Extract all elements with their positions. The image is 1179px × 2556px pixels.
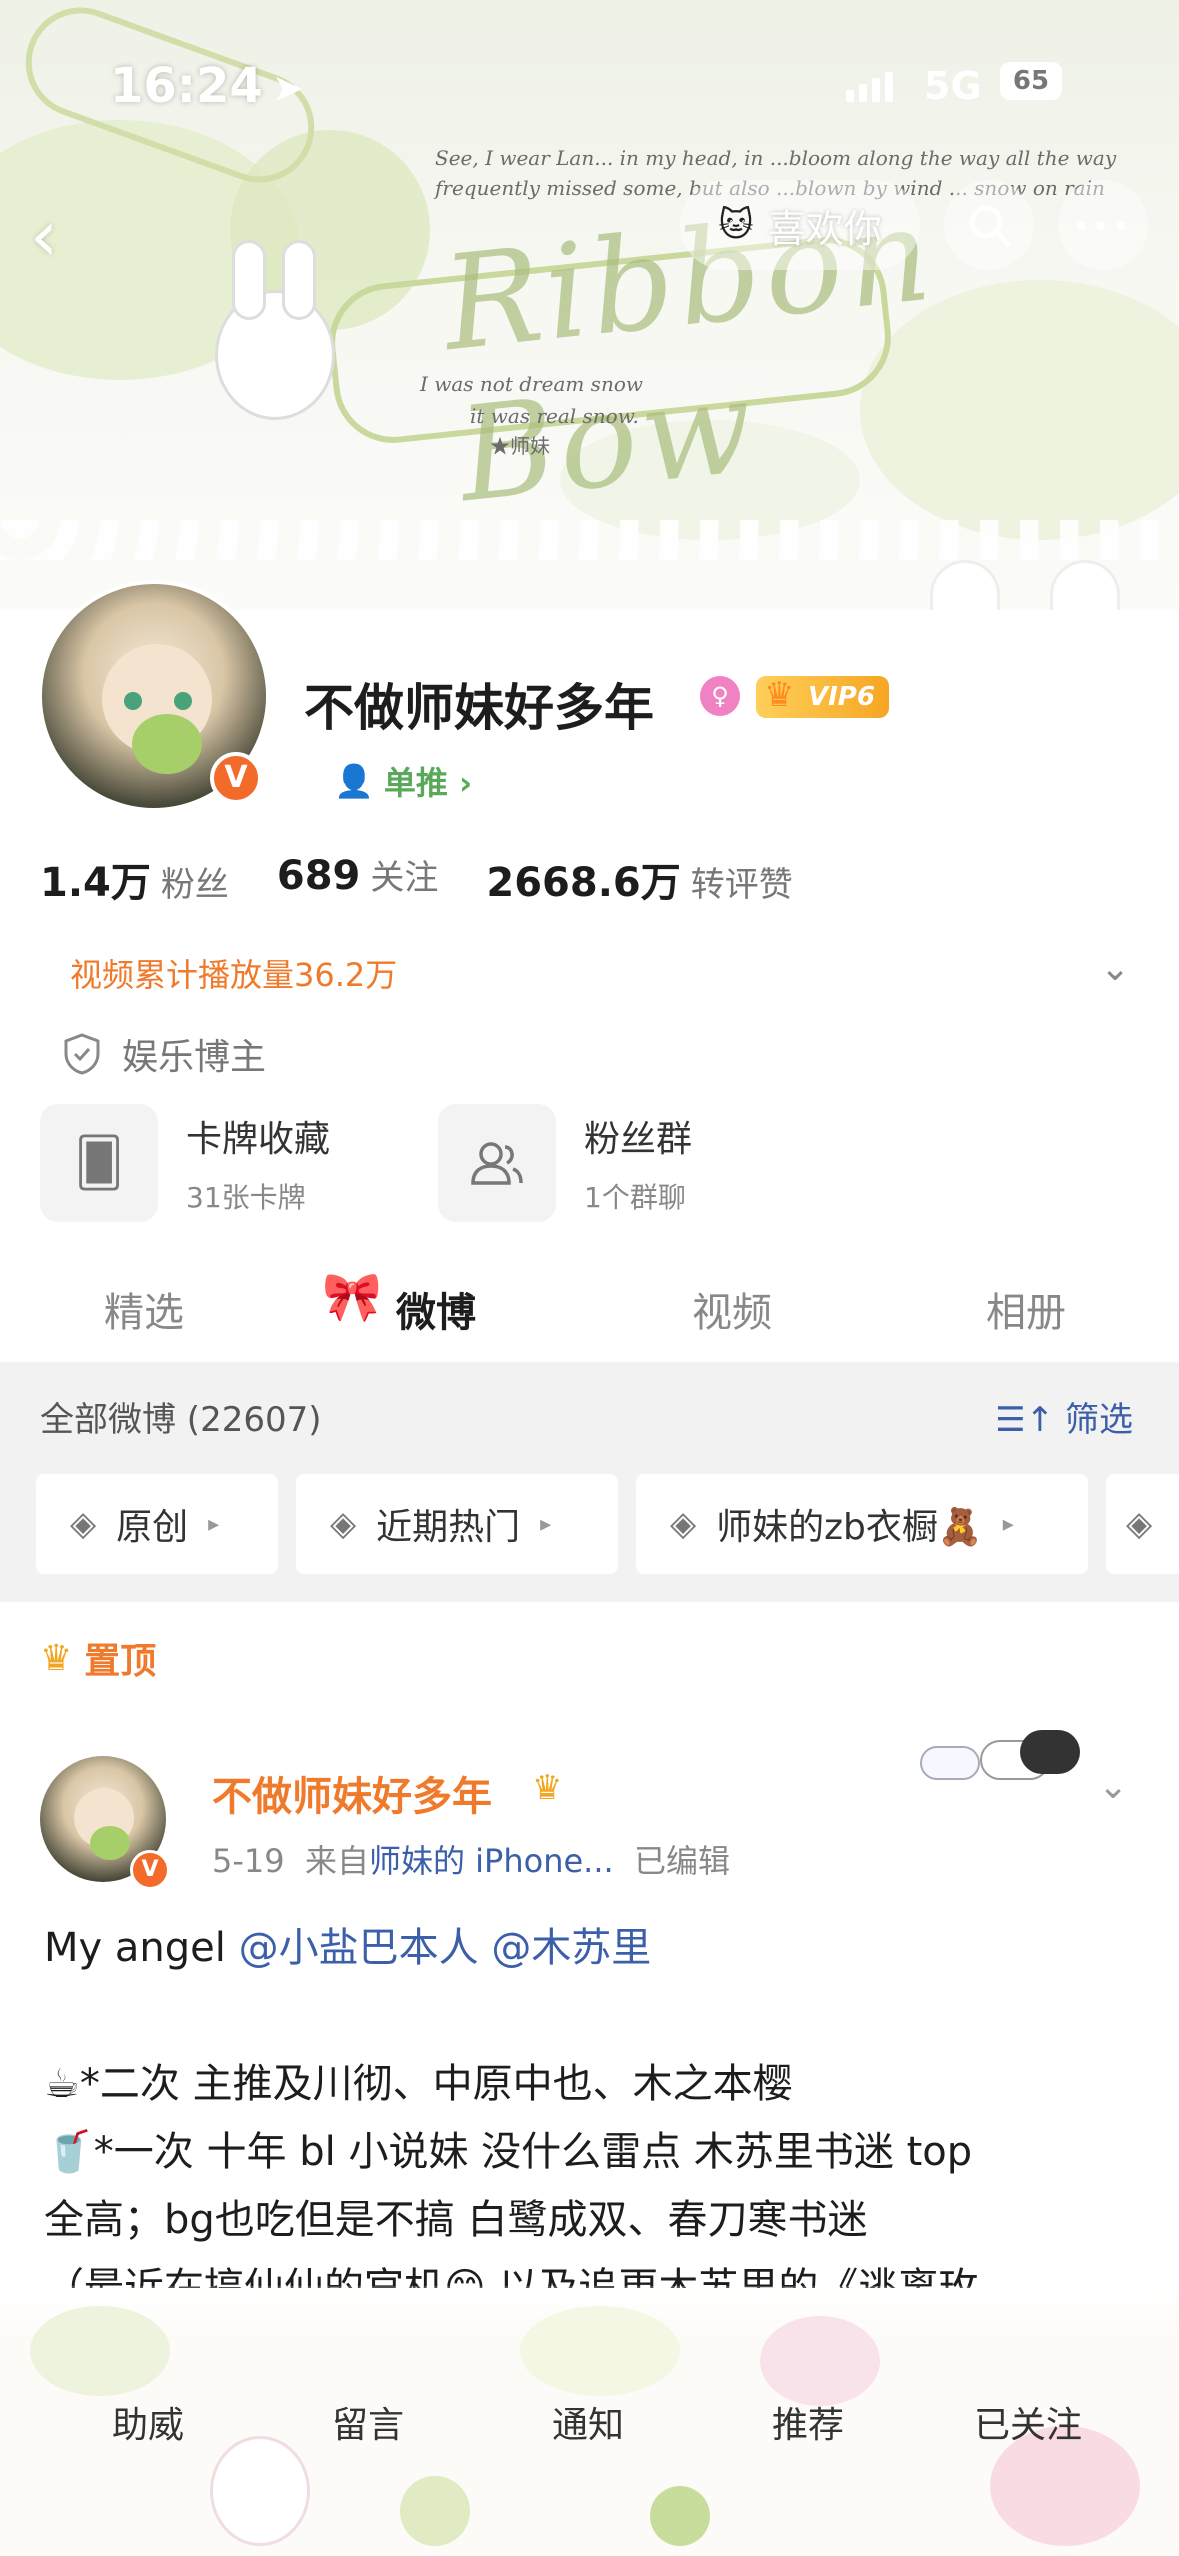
cheer-button[interactable]: 助威 <box>78 2396 218 2448</box>
layers-icon: ◈ <box>70 1504 97 1544</box>
lace-border <box>0 520 1179 560</box>
tab-weibo[interactable]: 微博 <box>396 1280 476 1338</box>
card-collection[interactable]: 🂠 卡牌收藏 31张卡牌 <box>40 1104 330 1222</box>
location-arrow-icon: ➤ <box>272 66 304 110</box>
profile-stats: 1.4万 粉丝 689 关注 2668.6万 转评赞 <box>40 850 793 908</box>
card-icon: 🂠 <box>40 1104 158 1222</box>
profile-tabs: 精选 🎀 微博 视频 相册 <box>0 1260 1179 1360</box>
post-body: My angel @小盐巴本人 @木苏里 ☕*二次 主推及川彻、中原中也、木之本… <box>44 1925 979 2288</box>
crown-icon: ♛ <box>764 675 795 715</box>
bow-icon: 🎀 <box>322 1269 382 1325</box>
triangle-right-icon: ▸ <box>208 1511 220 1537</box>
layers-icon: ◈ <box>670 1504 697 1544</box>
followed-button[interactable]: 已关注 <box>958 2396 1098 2448</box>
message-button[interactable]: 留言 <box>298 2396 438 2448</box>
stat-following[interactable]: 689 关注 <box>277 850 439 908</box>
post-count: 全部微博 (22607) <box>40 1400 322 1440</box>
like-you-button[interactable]: 🐱 喜欢你 <box>680 180 920 270</box>
network-type: 5G <box>924 64 982 108</box>
tab-video[interactable]: 视频 <box>692 1280 772 1338</box>
cert-label: 娱乐博主 <box>122 1037 267 1078</box>
certification[interactable]: 娱乐博主 <box>62 1028 266 1080</box>
bunny-ears-right <box>1050 560 1120 610</box>
vip-badge[interactable]: ♛ VIP6 <box>756 675 889 718</box>
video-views: 视频累计播放量36.2万 <box>70 956 398 994</box>
post-author[interactable]: 不做师妹好多年 <box>212 1764 492 1822</box>
chevron-down-icon[interactable]: ⌄ <box>1098 1766 1128 1807</box>
verified-badge-icon: V <box>210 752 262 804</box>
bunny-ear <box>282 240 316 320</box>
back-button[interactable]: ‹ <box>30 195 58 277</box>
crown-badge-icon: ♛ <box>532 1768 563 1808</box>
tab-featured[interactable]: 精选 <box>104 1280 184 1338</box>
person-icon: 👤 <box>334 762 374 800</box>
vip-label: VIP6 <box>808 682 875 712</box>
post-meta: 5-19 来自师妹的 iPhone... 已编辑 <box>212 1842 731 1880</box>
search-button[interactable] <box>944 180 1034 270</box>
chip-wardrobe[interactable]: ◈ 师妹的zb衣橱🧸 ▸ <box>636 1474 1088 1574</box>
filter-icon: ☰↑ <box>995 1400 1065 1440</box>
bottom-action-bar: 助威 留言 通知 推荐 已关注 <box>0 2286 1179 2556</box>
triangle-right-icon: ▸ <box>540 1511 552 1537</box>
pinned-label: ♛ 置顶 <box>40 1637 157 1683</box>
layers-icon: ◈ <box>330 1504 357 1544</box>
profile-name: 不做师妹好多年 <box>304 679 654 737</box>
chip-more[interactable]: ◈ <box>1106 1474 1179 1574</box>
status-time: 16:24 <box>110 58 263 114</box>
triangle-right-icon: ▸ <box>1002 1511 1014 1537</box>
cellular-signal-icon <box>846 72 898 102</box>
mention-link[interactable]: @小盐巴本人 <box>239 1925 479 1971</box>
stat-followers[interactable]: 1.4万 粉丝 <box>40 850 229 908</box>
chevron-down-icon[interactable]: ⌄ <box>1100 948 1130 989</box>
like-you-label: 喜欢你 <box>767 206 882 251</box>
shield-icon <box>64 1033 100 1075</box>
cats-decoration-icon <box>910 1726 1090 1782</box>
bunny-ears-right <box>930 560 1000 610</box>
recommend-button[interactable]: 推荐 <box>738 2396 878 2448</box>
verified-badge-icon: V <box>130 1850 170 1890</box>
tab-album[interactable]: 相册 <box>986 1280 1066 1338</box>
stat-likes[interactable]: 2668.6万 转评赞 <box>486 850 792 908</box>
more-button[interactable]: ··· <box>1058 180 1148 270</box>
chip-original[interactable]: ◈ 原创 ▸ <box>36 1474 278 1574</box>
more-icon: ··· <box>1073 200 1133 250</box>
bunny-ear <box>232 240 266 320</box>
post-source[interactable]: 师妹的 iPhone... <box>369 1842 614 1880</box>
feed-header: 全部微博 (22607) ☰↑ 筛选 ◈ 原创 ▸ ◈ 近期热门 ▸ ◈ 师妹的zb衣橱🧸… <box>0 1362 1179 1602</box>
mention-link[interactable]: @木苏里 <box>491 1925 651 1971</box>
group-icon <box>438 1104 556 1222</box>
layers-icon: ◈ <box>1126 1504 1153 1544</box>
crown-icon: ♛ <box>40 1637 73 1679</box>
chip-hot[interactable]: ◈ 近期热门 ▸ <box>296 1474 618 1574</box>
filter-button[interactable]: ☰↑ 筛选 <box>995 1392 1133 1441</box>
fan-group[interactable]: 粉丝群 1个群聊 <box>438 1104 692 1222</box>
search-icon <box>969 205 1011 247</box>
single-support-link[interactable]: 👤 单推 › <box>334 758 472 804</box>
cats-icon: 🐱 <box>718 205 754 245</box>
single-label: 单推 › <box>383 764 473 802</box>
notify-button[interactable]: 通知 <box>518 2396 658 2448</box>
female-icon: ♀ <box>700 676 740 716</box>
status-bar: 16:24 ➤ 5G 65 <box>0 0 1179 140</box>
battery-icon: 65 <box>1000 62 1062 100</box>
